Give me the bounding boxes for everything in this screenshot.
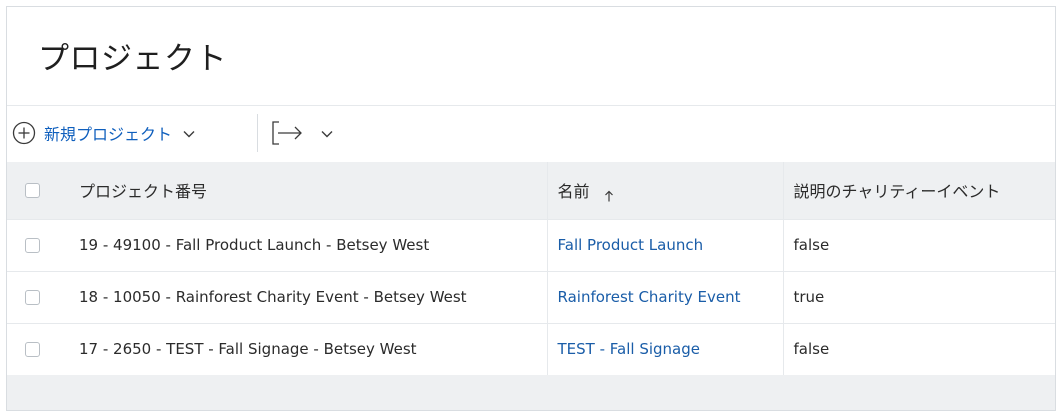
export-button[interactable] — [270, 119, 334, 147]
chevron-down-icon[interactable] — [320, 126, 334, 140]
column-header-name[interactable]: 名前 — [546, 162, 783, 220]
sort-ascending-icon[interactable] — [604, 187, 614, 202]
project-number-cell: 19 - 49100 - Fall Product Launch - Betse… — [57, 219, 547, 272]
new-project-label: 新規プロジェクト — [44, 125, 173, 144]
new-project-button[interactable]: 新規プロジェクト — [12, 120, 196, 146]
row-checkbox[interactable] — [25, 341, 40, 357]
project-number-cell: 17 - 2650 - TEST - Fall Signage - Betsey… — [57, 323, 547, 376]
page-header: プロジェクト — [7, 7, 1055, 106]
table-row[interactable]: 17 - 2650 - TEST - Fall Signage - Betsey… — [7, 323, 1055, 376]
row-checkbox[interactable] — [25, 237, 40, 253]
project-name-link[interactable]: Rainforest Charity Event — [558, 288, 741, 306]
table-row[interactable]: 19 - 49100 - Fall Product Launch - Betse… — [7, 219, 1055, 272]
row-checkbox-cell — [7, 271, 57, 324]
name-cell: Rainforest Charity Event — [546, 271, 783, 324]
table-row[interactable]: 18 - 10050 - Rainforest Charity Event - … — [7, 271, 1055, 324]
chevron-down-icon[interactable] — [182, 126, 196, 140]
description-cell: true — [782, 271, 1055, 324]
description-cell: false — [782, 219, 1055, 272]
project-name-link[interactable]: TEST - Fall Signage — [558, 340, 700, 358]
column-header-charity-description[interactable]: 説明のチャリティーイベント — [782, 162, 1055, 220]
export-arrow-icon — [270, 119, 306, 147]
row-checkbox[interactable] — [25, 289, 40, 305]
table-header-row: プロジェクト番号 名前 説明のチャリティーイベント — [7, 162, 1055, 220]
page-title: プロジェクト — [38, 41, 227, 77]
select-all-cell — [7, 162, 57, 220]
toolbar: 新規プロジェクト — [7, 106, 1055, 162]
projects-panel: プロジェクト 新規プロジェクト プロジェクト番号 名前 説明のチャリティーイベン… — [6, 6, 1056, 411]
row-checkbox-cell — [7, 219, 57, 272]
project-name-link[interactable]: Fall Product Launch — [558, 236, 704, 254]
plus-circle-icon — [12, 121, 36, 145]
column-header-project-number[interactable]: プロジェクト番号 — [57, 162, 547, 220]
project-number-cell: 18 - 10050 - Rainforest Charity Event - … — [57, 271, 547, 324]
table-footer — [7, 375, 1055, 410]
toolbar-divider — [257, 114, 258, 152]
name-cell: Fall Product Launch — [546, 219, 783, 272]
description-cell: false — [782, 323, 1055, 376]
row-checkbox-cell — [7, 323, 57, 376]
select-all-checkbox[interactable] — [25, 182, 40, 198]
projects-table: プロジェクト番号 名前 説明のチャリティーイベント 19 - 49100 - F… — [7, 162, 1055, 376]
name-cell: TEST - Fall Signage — [546, 323, 783, 376]
